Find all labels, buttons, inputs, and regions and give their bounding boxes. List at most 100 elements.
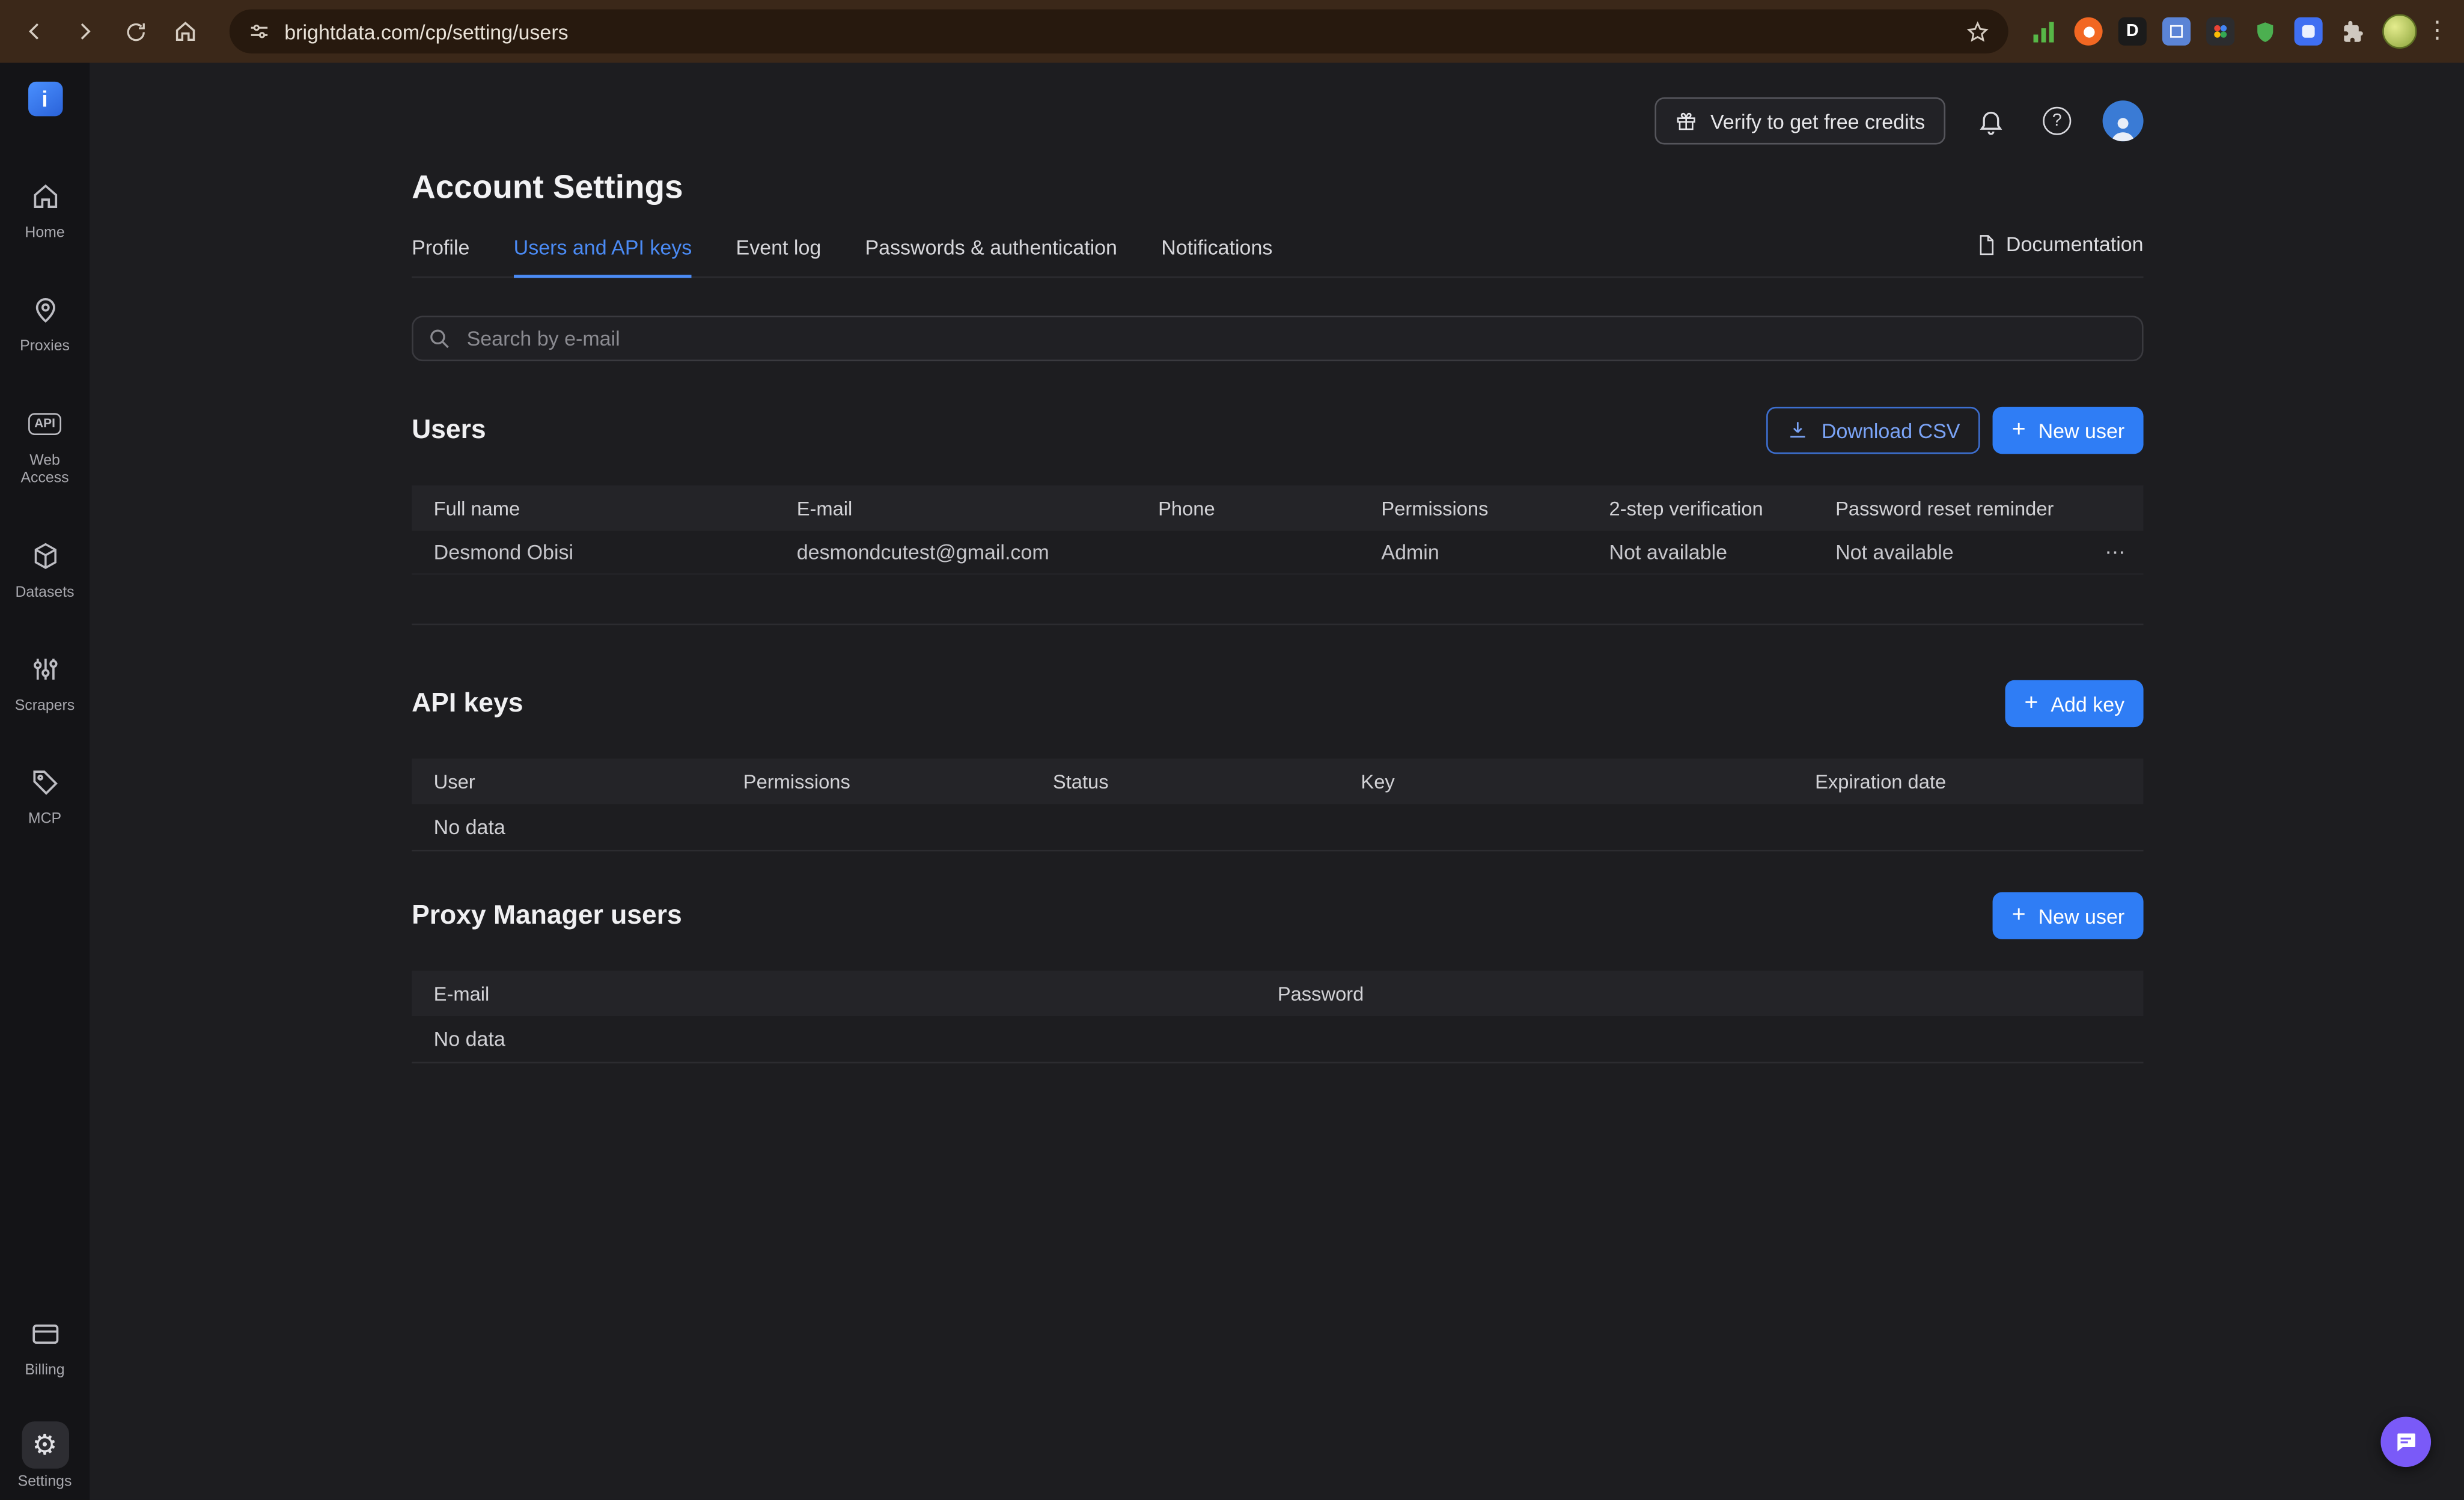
- cube-icon: [21, 532, 68, 579]
- sidebar-item-scrapers[interactable]: Scrapers: [1, 645, 88, 715]
- api-keys-section-header: API keys + Add key: [412, 680, 2144, 727]
- search-input[interactable]: [412, 316, 2144, 361]
- browser-menu-icon[interactable]: ⋮: [2423, 26, 2451, 36]
- ext-signal-icon[interactable]: [2030, 17, 2058, 46]
- plus-icon: +: [2025, 691, 2039, 715]
- sidebar-item-proxies[interactable]: Proxies: [1, 287, 88, 356]
- table-row: Desmond Obisi desmondcutest@gmail.com Ad…: [412, 531, 2144, 575]
- sidebar-label: Scrapers: [15, 697, 75, 715]
- col-two-step: 2-step verification: [1587, 497, 1814, 519]
- ext-blue-squares-icon[interactable]: [2162, 17, 2191, 46]
- plus-icon: +: [2012, 903, 2026, 927]
- sidebar-label: Datasets: [15, 584, 74, 602]
- site-controls-icon[interactable]: [248, 20, 270, 43]
- browser-profile-avatar[interactable]: [2382, 14, 2417, 49]
- tab-event-log[interactable]: Event log: [736, 236, 822, 276]
- sidebar-item-datasets[interactable]: Datasets: [1, 532, 88, 602]
- new-user-label: New user: [2039, 419, 2125, 442]
- topbar: Verify to get free credits ?: [90, 63, 2464, 145]
- proxy-manager-heading: Proxy Manager users: [412, 900, 682, 931]
- ext-d-icon[interactable]: D: [2118, 17, 2147, 46]
- col-user: User: [412, 770, 721, 793]
- tab-notifications[interactable]: Notifications: [1161, 236, 1272, 276]
- tab-users-and-api-keys[interactable]: Users and API keys: [514, 236, 692, 278]
- ext-blue-icon[interactable]: [2295, 17, 2323, 46]
- credit-card-icon: [21, 1310, 68, 1357]
- cell-full-name: Desmond Obisi: [412, 540, 775, 564]
- main-content: Verify to get free credits ? Account Set…: [90, 63, 2464, 1500]
- ext-orange-circle-icon[interactable]: [2075, 17, 2103, 46]
- app-screen: brightdata.com/cp/setting/users D: [0, 0, 2464, 1500]
- refresh-icon[interactable]: [113, 10, 157, 53]
- user-avatar[interactable]: [2103, 100, 2144, 141]
- sidebar-item-settings[interactable]: ⚙ Settings: [1, 1421, 88, 1490]
- settings-page: Account Settings Profile Users and API k…: [90, 169, 2464, 1063]
- sidebar-item-web-access[interactable]: API Web Access: [1, 400, 88, 488]
- api-keys-empty-row: No data: [412, 804, 2144, 851]
- no-data-label: No data: [412, 815, 505, 838]
- location-pin-icon: [21, 287, 68, 334]
- sidebar-label: Home: [25, 225, 64, 243]
- sidebar-item-home[interactable]: Home: [1, 172, 88, 242]
- documentation-link[interactable]: Documentation: [1975, 233, 2144, 256]
- cell-two-step: Not available: [1587, 540, 1814, 564]
- plus-icon: +: [2012, 418, 2026, 441]
- download-csv-label: Download CSV: [1822, 419, 1960, 442]
- sidebar-label: Proxies: [20, 338, 70, 356]
- sidebar-label: Web Access: [7, 452, 83, 488]
- bookmark-star-icon[interactable]: [1966, 20, 1989, 43]
- sidebar-nav: Home Proxies API Web Access Datasets: [1, 172, 88, 829]
- download-icon: [1787, 419, 1809, 442]
- api-keys-heading: API keys: [412, 688, 523, 719]
- no-data-label: No data: [412, 1027, 505, 1050]
- col-expiration-date: Expiration date: [1793, 770, 2143, 793]
- sliders-icon: [21, 645, 68, 692]
- chat-widget-button[interactable]: [2380, 1416, 2431, 1467]
- col-full-name: Full name: [412, 497, 775, 519]
- tabs: Profile Users and API keys Event log Pas…: [412, 236, 2144, 278]
- browser-toolbar: brightdata.com/cp/setting/users D: [0, 0, 2464, 63]
- proxy-new-user-label: New user: [2039, 904, 2125, 927]
- tab-passwords-authentication[interactable]: Passwords & authentication: [865, 236, 1117, 276]
- row-actions-icon[interactable]: ⋯: [2087, 540, 2143, 565]
- users-table-header: Full name E-mail Phone Permissions 2-ste…: [412, 486, 2144, 531]
- col-permissions: Permissions: [721, 770, 1031, 793]
- sidebar-item-mcp[interactable]: MCP: [1, 759, 88, 829]
- home-nav-icon[interactable]: [163, 10, 207, 53]
- col-key: Key: [1339, 770, 1793, 793]
- sidebar-label: MCP: [28, 811, 61, 829]
- verify-credits-label: Verify to get free credits: [1710, 109, 1925, 133]
- gear-icon: ⚙: [21, 1421, 68, 1468]
- sidebar-item-billing[interactable]: Billing: [1, 1310, 88, 1380]
- sidebar: i Home Proxies API Web Access: [0, 63, 90, 1500]
- tab-profile[interactable]: Profile: [412, 236, 469, 276]
- ext-shield-icon[interactable]: [2250, 17, 2278, 46]
- col-phone: Phone: [1136, 497, 1359, 519]
- forward-icon[interactable]: [63, 10, 107, 53]
- verify-credits-button[interactable]: Verify to get free credits: [1655, 97, 1945, 144]
- help-icon[interactable]: ?: [2037, 100, 2078, 141]
- users-section-header: Users Download CSV + New user: [412, 407, 2144, 454]
- address-bar[interactable]: brightdata.com/cp/setting/users: [230, 10, 2008, 53]
- users-heading: Users: [412, 415, 486, 446]
- brightdata-logo[interactable]: i: [28, 82, 63, 116]
- new-user-button[interactable]: + New user: [1993, 407, 2143, 454]
- sidebar-label: Settings: [18, 1473, 72, 1491]
- notifications-bell-icon[interactable]: [1971, 100, 2011, 141]
- proxy-manager-empty-row: No data: [412, 1016, 2144, 1063]
- documentation-label: Documentation: [2006, 233, 2144, 256]
- proxy-manager-table: E-mail Password No data: [412, 971, 2144, 1063]
- users-table: Full name E-mail Phone Permissions 2-ste…: [412, 486, 2144, 626]
- extensions-puzzle-icon[interactable]: [2338, 17, 2367, 46]
- back-icon[interactable]: [13, 10, 56, 53]
- search-bar: [412, 316, 2144, 361]
- add-key-button[interactable]: + Add key: [2005, 680, 2143, 727]
- ext-grid-icon[interactable]: [2206, 17, 2234, 46]
- home-icon: [21, 172, 68, 219]
- proxy-new-user-button[interactable]: + New user: [1993, 892, 2143, 939]
- tag-icon: [21, 759, 68, 806]
- page-title: Account Settings: [412, 169, 2144, 207]
- download-csv-button[interactable]: Download CSV: [1766, 407, 1980, 454]
- search-icon: [427, 327, 451, 358]
- url-text[interactable]: brightdata.com/cp/setting/users: [284, 20, 1966, 43]
